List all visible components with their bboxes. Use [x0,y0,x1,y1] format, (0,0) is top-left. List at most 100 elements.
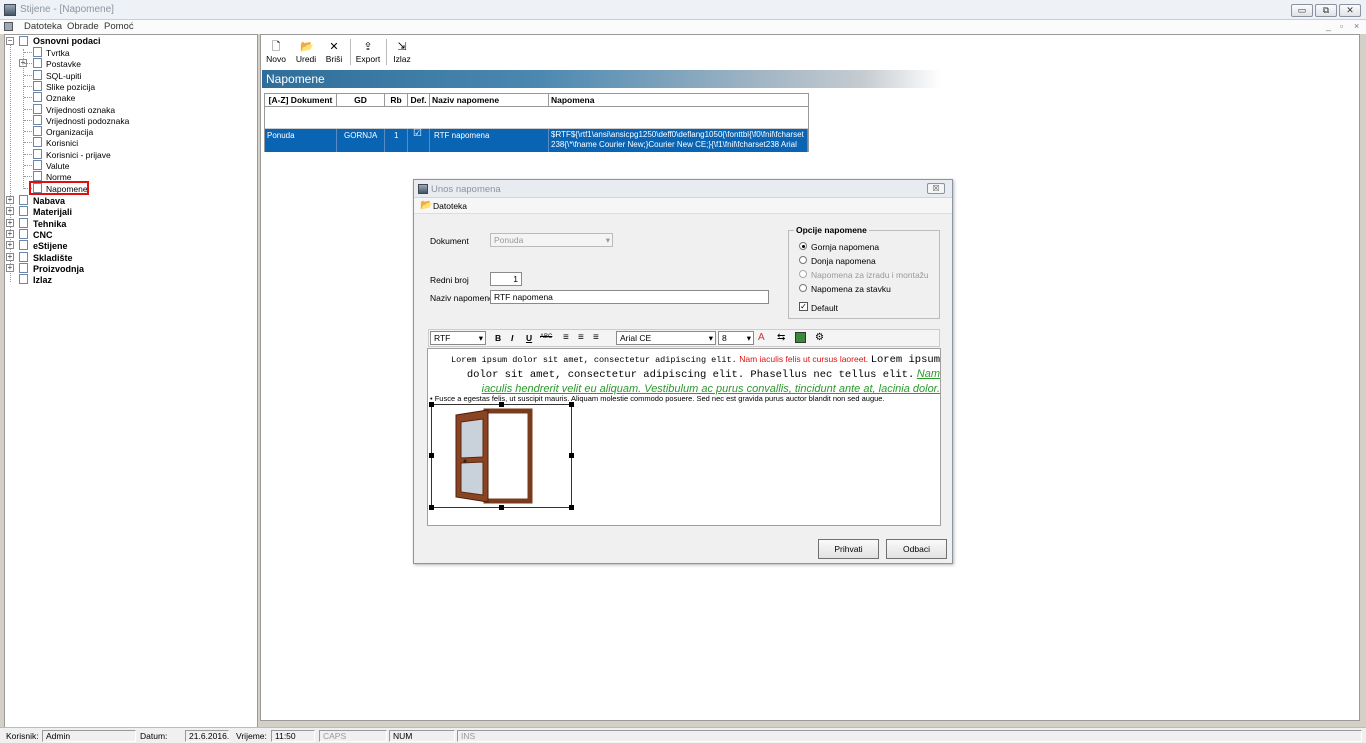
tree-item-oznake[interactable]: Oznake [46,93,75,103]
naziv-napomene-input[interactable]: RTF napomena [490,290,769,304]
brisi-label: Briši [325,54,343,64]
app-icon [4,4,16,16]
tree-item-tvrtka[interactable]: Tvrtka [46,48,70,58]
door-picture [455,408,533,504]
door-image[interactable] [429,402,574,510]
mdi-restore-button[interactable]: ▫ [1340,21,1343,31]
export-button[interactable]: ⇪ Export [354,41,382,64]
expand-toggle[interactable]: + [6,241,14,250]
tree-item-proizvodnja[interactable]: Proizvodnja [33,264,84,274]
col-napomena[interactable]: Napomena [549,94,809,107]
mdi-minimize-button[interactable]: _ [1326,21,1331,31]
tree-item-nabava[interactable]: Nabava [33,196,65,206]
expand-toggle[interactable]: + [6,229,14,238]
close-button[interactable]: ✕ [1339,4,1361,17]
cell-def-wrap[interactable]: ☑ [408,129,430,152]
mdi-close-button[interactable]: × [1354,21,1359,31]
document-icon [33,103,42,114]
prihvati-button[interactable]: Prihvati [818,539,879,559]
dialog-close-button[interactable]: ☒ [927,183,945,194]
restore-button[interactable]: ⧉ [1315,4,1337,17]
menu-obrade[interactable]: Obrade [67,21,99,32]
underline-button[interactable]: U [526,333,532,343]
tree-item-vrijednosti-oznaka[interactable]: Vrijednosti oznaka [46,105,115,115]
expand-toggle[interactable]: − [6,37,14,45]
properties-icon[interactable]: ⚙ [815,332,824,343]
stavka-label: Napomena za stavku [811,284,891,294]
odbaci-button[interactable]: Odbaci [886,539,947,559]
radio-stavka[interactable] [799,284,807,292]
radio-donja[interactable] [799,256,807,264]
expand-toggle[interactable]: + [6,218,14,227]
tree-item-valute[interactable]: Valute [46,161,69,171]
font-color-icon[interactable]: A [758,332,765,343]
col-rb[interactable]: Rb [385,94,408,107]
tree-item-materijali[interactable]: Materijali [33,207,72,217]
tree-item-sql-upiti[interactable]: SQL-upiti [46,71,81,81]
font-select[interactable]: Arial CE ▾ [616,331,716,345]
expand-toggle[interactable]: + [6,252,14,261]
style-select[interactable]: RTF ▾ [430,331,486,345]
cell-gd-wrap[interactable]: GORNJA [337,129,385,152]
tree-item-vrijednosti-podoznaka[interactable]: Vrijednosti podoznaka [46,116,129,126]
col-naziv[interactable]: Naziv napomene [430,94,549,107]
expand-toggle[interactable]: + [6,263,14,272]
datum-value: 21.6.2016. [185,730,229,742]
tree-item-izlaz[interactable]: Izlaz [33,275,52,285]
align-left-icon[interactable]: ≡ [563,332,569,343]
align-right-icon[interactable]: ≡ [593,332,599,343]
izlaz-button[interactable]: ⇲ Izlaz [392,41,412,64]
strikethrough-button[interactable]: ABC [540,334,552,340]
rtf-editor[interactable]: Lorem ipsum dolor sit amet, consectetur … [427,348,941,526]
italic-button[interactable]: I [511,333,513,343]
tree-item-estijene[interactable]: eStijene [33,241,68,251]
align-center-icon[interactable]: ≡ [578,332,584,343]
title-bar: Stijene - [Napomene] ▭ ⧉ ✕ [0,0,1366,20]
cell-naziv-wrap[interactable]: RTF napomena [430,129,549,152]
tree-item-slike-pozicija[interactable]: Slike pozicija [46,82,95,92]
dokument-select[interactable]: Ponuda ▾ [490,233,613,247]
bold-button[interactable]: B [495,333,501,343]
cell-rb-wrap[interactable]: 1 [385,129,408,152]
expand-toggle[interactable]: + [6,196,14,204]
menu-pomoc[interactable]: Pomoć [104,21,134,32]
redni-broj-input[interactable]: 1 [490,272,522,286]
cell-gd: GORNJA [344,131,378,140]
cell-napomena-wrap[interactable]: $RTF${\rtf1\ansi\ansicpg1250\deff0\defla… [549,129,808,152]
menu-datoteka[interactable]: Datoteka [24,21,62,32]
cell-napomena-line1: $RTF${\rtf1\ansi\ansicpg1250\deff0\defla… [551,130,804,139]
tree-item-korisnici[interactable]: Korisnici [46,138,78,148]
tree-item-cnc[interactable]: CNC [33,230,53,240]
col-gd[interactable]: GD [337,94,385,107]
tree-item-osnovni-podaci[interactable]: Osnovni podaci [33,36,101,46]
novo-button[interactable]: 🗋 Novo [266,41,286,64]
tree-item-postavke[interactable]: Postavke [46,59,81,69]
dokument-label: Dokument [430,236,469,246]
filter-row[interactable] [265,107,808,129]
tree-item-korisnici-prijave[interactable]: Korisnici - prijave [46,150,111,160]
checkbox-icon[interactable]: ☑ [413,129,422,139]
radio-gornja[interactable] [799,242,807,250]
size-select[interactable]: 8 ▾ [718,331,754,345]
default-checkbox[interactable]: ✓ [799,302,808,311]
indent-icon[interactable]: ⇆ [777,332,785,343]
tree-item-organizacija[interactable]: Organizacija [46,127,93,137]
korisnik-label: Korisnik: [6,731,39,741]
table-row[interactable]: Ponuda [265,129,337,152]
dialog-menu-datoteka[interactable]: Datoteka [433,201,467,211]
expand-toggle[interactable]: + [6,207,14,216]
folder-icon [19,217,28,228]
col-def[interactable]: Def. [408,94,430,107]
uredi-label: Uredi [295,54,317,64]
brisi-button[interactable]: ✕ Briši [324,41,344,64]
col-dokument[interactable]: [A-Z] Dokument [265,94,337,107]
document-icon [33,114,42,125]
minimize-button[interactable]: ▭ [1291,4,1313,17]
style-value: RTF [434,333,451,343]
folder-icon [19,240,28,251]
document-icon [33,160,42,170]
insert-image-icon[interactable] [795,332,806,343]
uredi-button[interactable]: 📂 Uredi [294,41,318,64]
tree-item-tehnika[interactable]: Tehnika [33,219,66,229]
tree-item-skladi-te[interactable]: Skladište [33,253,73,263]
